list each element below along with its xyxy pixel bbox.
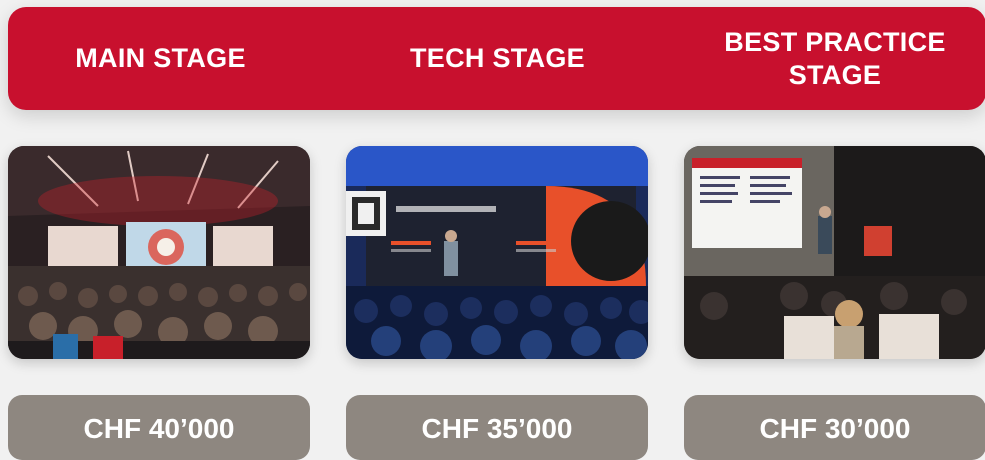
best-practice-stage-title: BEST PRACTICE STAGE [724,26,946,90]
tech-stage-price: CHF 35’000 [346,395,648,460]
main-stage-title: MAIN STAGE [75,43,246,73]
best-practice-stage-photo [684,146,985,359]
main-stage-photo [8,146,310,359]
tech-stage-photo [346,146,648,359]
best-practice-stage-price: CHF 30’000 [684,395,985,460]
tech-stage-title: TECH STAGE [409,43,585,73]
main-stage-price: CHF 40’000 [8,395,310,460]
stage-header-bar: MAIN STAGE TECH STAGE BEST PRACTICE STAG… [8,7,985,110]
